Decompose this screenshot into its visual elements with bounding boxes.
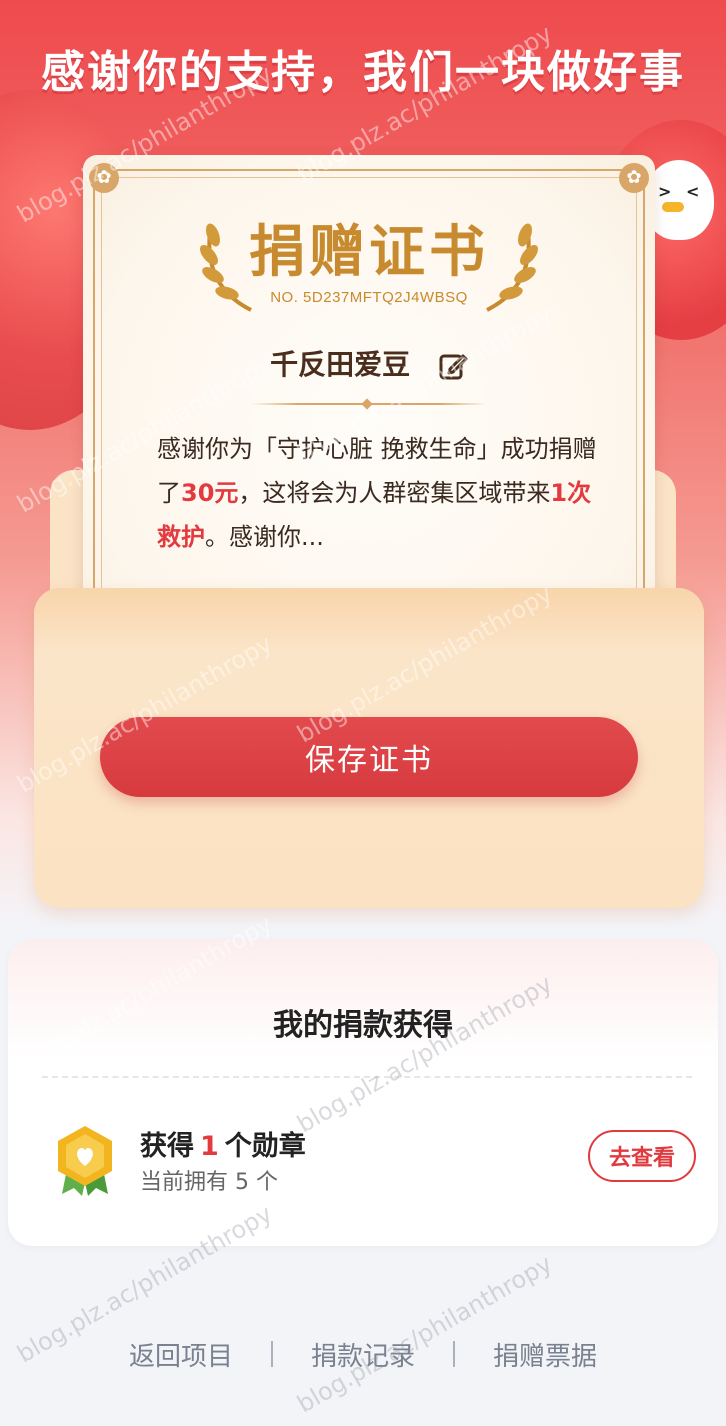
certificate-message: 感谢你为「守护心脏 挽救生命」成功捐赠了30元，这将会为人群密集区域带来1次救护… [157,435,597,551]
flower-ornament-icon: ✿ [619,163,649,193]
badge-earned-text: 获得 1 个勋章 [140,1131,306,1162]
badge-count: 1 [200,1131,219,1162]
edit-icon[interactable] [438,351,468,381]
donation-certificate: ✿ ✿ 捐赠证书 NO. 5D237MFTQ2J4WBSQ 千反田爱豆 感谢你为… [83,155,655,643]
ornament-divider [251,403,487,405]
certificate-title: 捐赠证书 [249,219,489,285]
save-certificate-button[interactable]: 保存证书 [100,717,638,797]
certificate-number: NO. 5D237MFTQ2J4WBSQ [270,289,468,306]
footer-link-back-to-project[interactable]: 返回项目 [91,1336,271,1373]
divider [42,1076,692,1078]
page-headline: 感谢你的支持，我们一块做好事 [41,47,685,98]
rewards-card: 我的捐款获得 获得 1 个勋章 当前拥有 5 个 去查看 [8,940,718,1246]
donation-amount: 30元 [181,479,239,507]
rewards-title: 我的捐款获得 [273,1008,453,1043]
view-badges-button[interactable]: 去查看 [588,1130,696,1182]
medal-badge-icon [58,1126,112,1196]
donor-name: 千反田爱豆 [270,348,411,381]
footer-link-donation-records[interactable]: 捐款记录 [273,1336,453,1373]
footer-nav: 返回项目 捐款记录 捐赠票据 [0,1330,726,1378]
badge-owned-text: 当前拥有 5 个 [140,1170,278,1195]
flower-ornament-icon: ✿ [89,163,119,193]
donor-name-row: 千反田爱豆 [83,343,655,383]
footer-link-donation-receipts[interactable]: 捐赠票据 [455,1336,635,1373]
